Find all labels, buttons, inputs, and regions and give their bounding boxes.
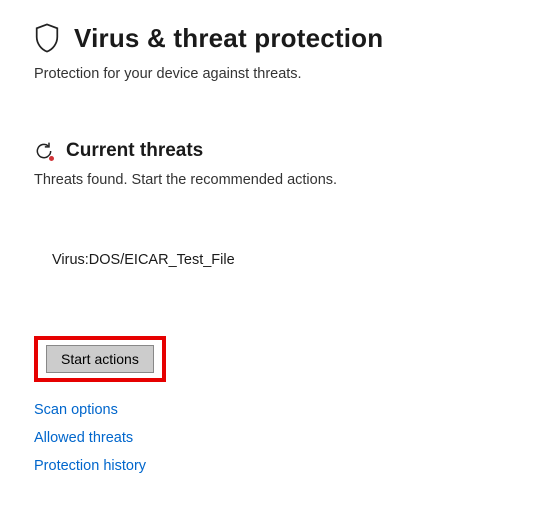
start-actions-button[interactable]: Start actions (46, 345, 154, 373)
shield-icon (34, 22, 60, 54)
links-section: Scan options Allowed threats Protection … (34, 402, 526, 474)
protection-history-link[interactable]: Protection history (34, 458, 146, 474)
page-title: Virus & threat protection (74, 23, 383, 54)
threat-item: Virus:DOS/EICAR_Test_File (52, 252, 526, 268)
refresh-alert-icon (34, 141, 54, 161)
current-threats-subheading: Threats found. Start the recommended act… (34, 172, 526, 188)
allowed-threats-link[interactable]: Allowed threats (34, 430, 133, 446)
page-header: Virus & threat protection (34, 22, 526, 54)
current-threats-heading: Current threats (66, 140, 203, 162)
actions-row: Start actions (34, 336, 526, 382)
current-threats-header: Current threats (34, 140, 526, 162)
scan-options-link[interactable]: Scan options (34, 402, 118, 418)
page-subtitle: Protection for your device against threa… (34, 66, 526, 82)
start-actions-highlight: Start actions (34, 336, 166, 382)
